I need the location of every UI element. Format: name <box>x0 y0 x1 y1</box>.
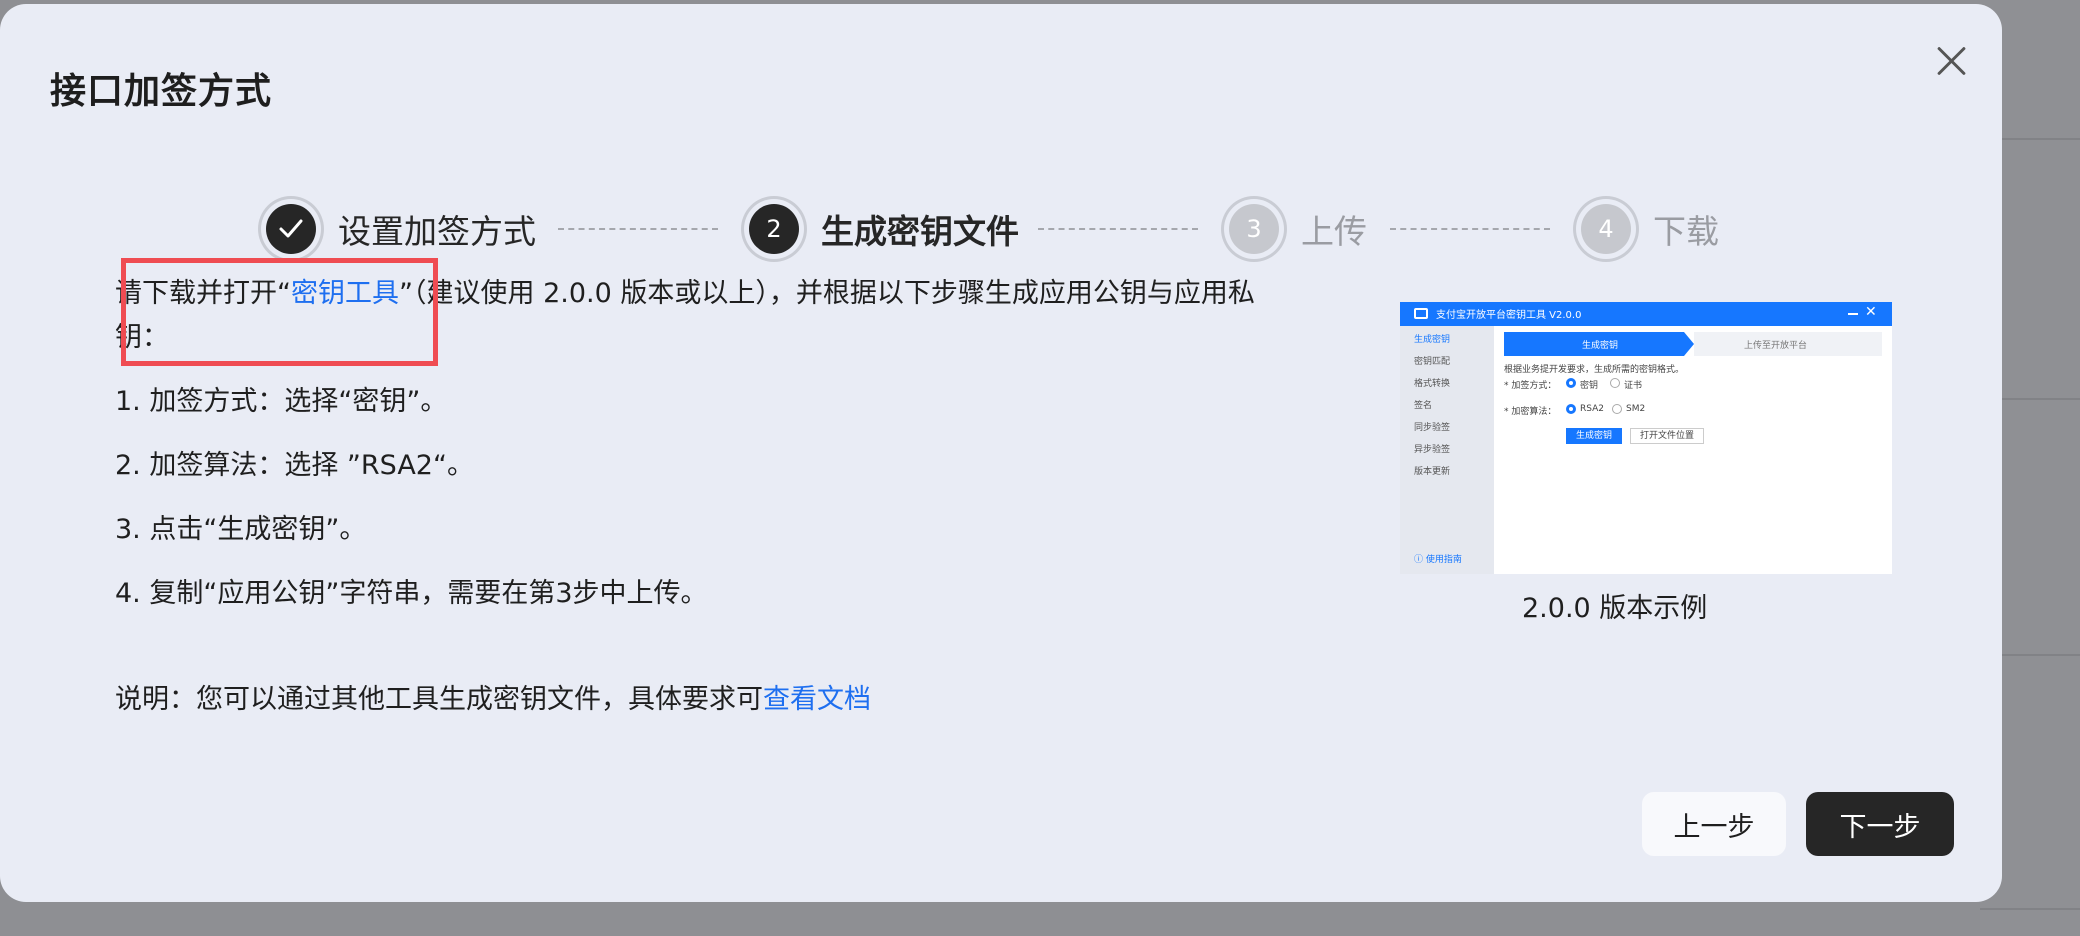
preview-option: RSA2 <box>1580 404 1605 414</box>
step-download: 4 下载 <box>1581 198 1719 260</box>
key-tool-preview-image: 支付宝开放平台密钥工具 V2.0.0 ✕ 生成密钥 密钥匹配 格式转换 签名 同… <box>1400 302 1892 574</box>
radio-icon <box>1566 378 1576 388</box>
checkmark-icon <box>266 204 316 254</box>
minimize-icon <box>1848 313 1858 315</box>
step-number: 4 <box>1581 204 1631 254</box>
preview-tab-generate: 生成密钥 <box>1504 332 1694 356</box>
signing-method-dialog: 接口加签方式 设置加签方式 2 生成密钥文件 3 上传 4 下载 请下载并打开“… <box>0 4 2002 902</box>
step-label: 上传 <box>1301 212 1367 251</box>
highlight-annotation <box>121 258 438 366</box>
preview-window-title: 支付宝开放平台密钥工具 V2.0.0 <box>1436 310 1582 321</box>
preview-algo-label: * 加密算法： <box>1504 407 1557 417</box>
step-connector <box>558 228 718 230</box>
step-upload: 3 上传 <box>1229 198 1367 260</box>
preview-hint: 根据业务提开发要求，生成所需的密钥格式。 <box>1504 365 1685 375</box>
intro-text: ”（建议使用 2.0.0 版本或以上），并根据以下步骤生成应用公钥与应用私 <box>399 278 1255 309</box>
preview-caption: 2.0.0 版本示例 <box>1522 593 1708 624</box>
preview-sidebar-item: 格式转换 <box>1414 379 1451 389</box>
radio-icon <box>1610 378 1620 388</box>
close-icon[interactable] <box>1930 40 1974 84</box>
backdrop-divider <box>1980 908 2080 910</box>
preview-tab-label: 生成密钥 <box>1582 341 1619 351</box>
preview-sign-method-label: * 加签方式： <box>1504 381 1557 391</box>
preview-tab-upload: 上传至开放平台 <box>1694 332 1882 356</box>
dialog-title: 接口加签方式 <box>50 71 273 112</box>
step-connector <box>1038 228 1198 230</box>
radio-icon <box>1612 404 1622 414</box>
step-number: 2 <box>749 204 799 254</box>
step-set-signing-method: 设置加签方式 <box>266 198 536 260</box>
next-step-button[interactable]: 下一步 <box>1806 792 1954 856</box>
preview-sidebar-item: 版本更新 <box>1414 467 1451 477</box>
note-paragraph: 说明：您可以通过其他工具生成密钥文件，具体要求可查看文档 <box>115 678 871 722</box>
preview-sidebar-item: 生成密钥 <box>1414 335 1451 345</box>
step-label: 生成密钥文件 <box>821 212 1019 251</box>
preview-generate-button: 生成密钥 <box>1566 428 1622 444</box>
preview-sidebar-item: 异步验签 <box>1414 445 1451 455</box>
preview-option: 证书 <box>1624 381 1643 391</box>
list-item: 3. 点击“生成密钥”。 <box>115 514 367 545</box>
radio-icon <box>1566 404 1576 414</box>
preview-sidebar: 生成密钥 密钥匹配 格式转换 签名 同步验签 异步验签 版本更新 ⓘ 使用指南 <box>1400 326 1494 574</box>
preview-help-link: ⓘ 使用指南 <box>1414 555 1462 565</box>
preview-titlebar: 支付宝开放平台密钥工具 V2.0.0 ✕ <box>1400 302 1892 326</box>
preview-option: SM2 <box>1626 404 1646 414</box>
step-number: 3 <box>1229 204 1279 254</box>
note-text: 说明：您可以通过其他工具生成密钥文件，具体要求可 <box>115 684 763 715</box>
step-label: 下载 <box>1653 212 1719 251</box>
list-item: 2. 加签算法：选择 ”RSA2“。 <box>115 450 474 481</box>
list-item: 1. 加签方式：选择“密钥”。 <box>115 386 448 417</box>
step-generate-key-file: 2 生成密钥文件 <box>749 198 1019 260</box>
app-logo-icon <box>1414 308 1428 319</box>
preview-close-icon: ✕ <box>1865 304 1877 320</box>
previous-step-button[interactable]: 上一步 <box>1642 792 1786 856</box>
step-connector <box>1390 228 1550 230</box>
preview-sidebar-item: 密钥匹配 <box>1414 357 1451 367</box>
step-label: 设置加签方式 <box>338 212 536 251</box>
preview-open-folder-button: 打开文件位置 <box>1630 428 1704 444</box>
preview-sidebar-item: 签名 <box>1414 401 1433 411</box>
preview-option: 密钥 <box>1580 381 1599 391</box>
view-docs-link[interactable]: 查看文档 <box>763 684 871 715</box>
preview-sidebar-item: 同步验签 <box>1414 423 1451 433</box>
preview-tab-label: 上传至开放平台 <box>1744 341 1808 351</box>
list-item: 4. 复制“应用公钥”字符串，需要在第3步中上传。 <box>115 578 708 609</box>
